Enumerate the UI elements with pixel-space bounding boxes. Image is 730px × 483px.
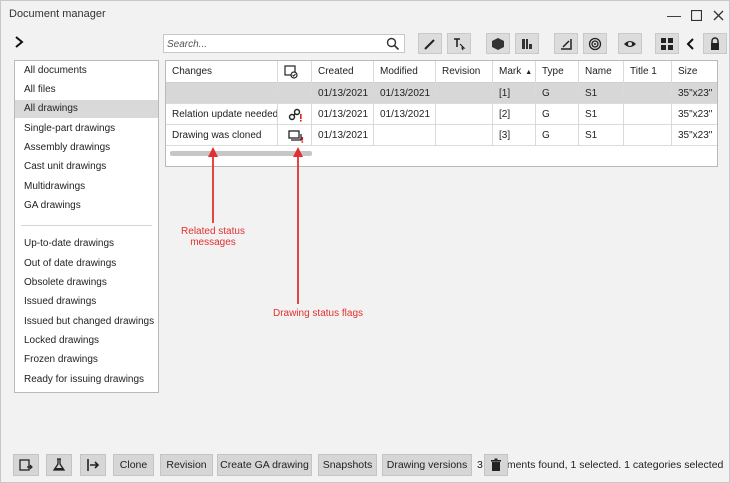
revision-button[interactable]: Revision	[160, 454, 213, 476]
export-arrow-icon[interactable]	[80, 454, 106, 476]
status-message: ments found, 1 selected. 1 categories se…	[506, 459, 724, 471]
annotation-status-flags: Drawing status flags	[272, 308, 364, 319]
create-ga-drawing-button[interactable]: Create GA drawing	[217, 454, 312, 476]
status-count: 3	[477, 459, 483, 471]
bottom-toolbar: Clone Revision Create GA drawing Snapsho…	[1, 451, 729, 479]
document-manager-window: Document manager — Search... All documen…	[0, 0, 730, 483]
annotation-arrows	[208, 147, 303, 304]
delete-trash-icon[interactable]	[484, 454, 508, 476]
flask-icon[interactable]	[46, 454, 72, 476]
annotation-related-line-2: messages	[190, 237, 236, 248]
status-bar-text: 3 ments found, 1 selected. 1 categories s…	[477, 459, 723, 471]
snapshots-button[interactable]: Snapshots	[318, 454, 377, 476]
drawing-versions-button[interactable]: Drawing versions	[382, 454, 472, 476]
clone-button[interactable]: Clone	[113, 454, 154, 476]
annotation-related-line-1: Related status	[181, 226, 245, 237]
annotation-related-status: Related status messages	[163, 226, 263, 248]
open-drawing-icon[interactable]	[13, 454, 39, 476]
